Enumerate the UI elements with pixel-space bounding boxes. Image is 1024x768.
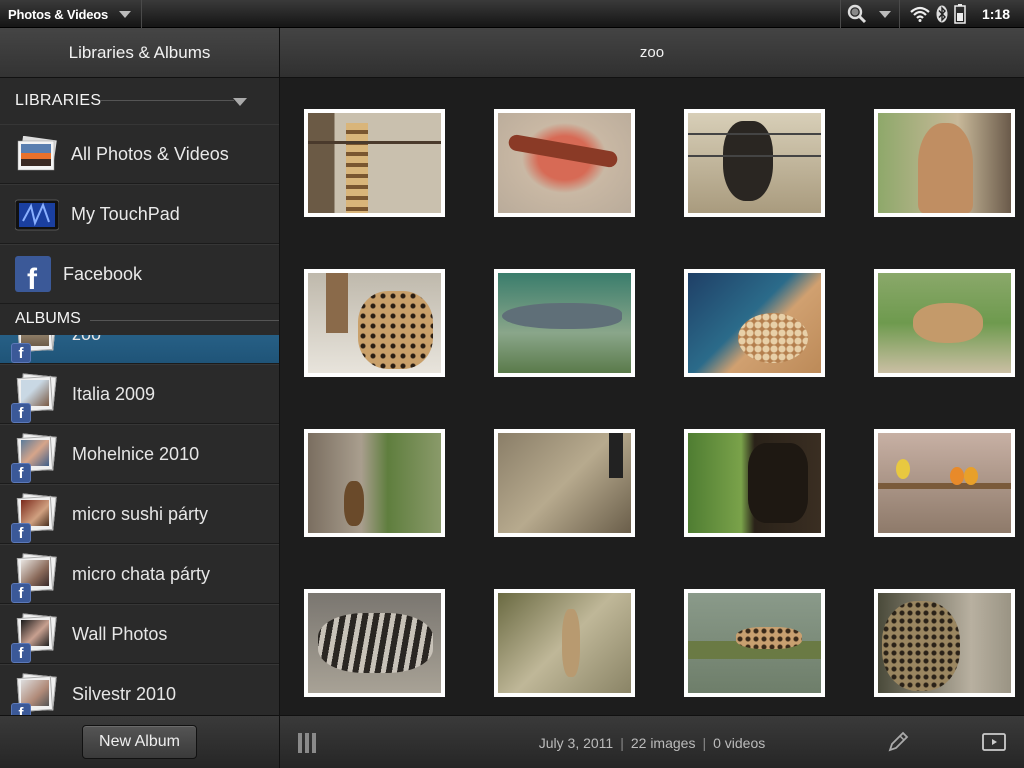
search-menu[interactable]: [839, 0, 900, 28]
separator: |: [702, 734, 707, 751]
album-label: micro sushi párty: [72, 503, 209, 524]
video-count: 0 videos: [713, 734, 766, 751]
album-thumbnail: f: [11, 673, 57, 715]
album-label: zoo: [72, 335, 101, 345]
album-label: Silvestr 2010: [72, 683, 177, 704]
photo-thumbnail[interactable]: [874, 589, 1015, 697]
album-thumbnail: f: [11, 493, 57, 543]
search-icon: [847, 4, 867, 24]
chevron-down-icon: [233, 98, 247, 106]
photo-thumbnail[interactable]: [494, 269, 635, 377]
chevron-down-icon: [878, 10, 891, 18]
album-thumbnail: f: [11, 613, 57, 663]
album-item-silvestr-2010[interactable]: f Silvestr 2010: [0, 664, 279, 715]
slideshow-icon[interactable]: [982, 732, 1006, 752]
album-item-zoo[interactable]: f zoo: [0, 335, 279, 364]
album-toolbar: July 3, 2011 | 22 images | 0 videos: [280, 715, 1024, 768]
album-label: Wall Photos: [72, 623, 168, 644]
album-thumbnail: f: [11, 335, 57, 363]
divider: [90, 320, 279, 321]
libraries-heading[interactable]: LIBRARIES: [0, 78, 279, 124]
facebook-badge-icon: f: [11, 703, 31, 715]
battery-icon: [954, 4, 966, 24]
facebook-badge-icon: f: [11, 343, 31, 363]
panel-title: Libraries & Albums: [0, 28, 279, 78]
library-item-label: Facebook: [63, 263, 143, 284]
album-thumbnail: f: [11, 373, 57, 423]
library-item-label: My TouchPad: [71, 203, 180, 224]
app-menu[interactable]: Photos & Videos: [0, 0, 142, 28]
facebook-badge-icon: f: [11, 403, 31, 423]
albums-list[interactable]: f zoo f Italia 2009 f Mohelnice 2010: [0, 335, 279, 715]
album-item-micro-sushi-party[interactable]: f micro sushi párty: [0, 484, 279, 544]
library-item-my-touchpad[interactable]: My TouchPad: [0, 184, 279, 244]
photo-thumbnail[interactable]: [684, 429, 825, 537]
albums-heading-label: ALBUMS: [15, 310, 81, 327]
photo-thumbnail[interactable]: [304, 429, 445, 537]
status-bar: Photos & Videos 1:18: [0, 0, 1024, 28]
album-thumbnail: f: [11, 433, 57, 483]
album-date: July 3, 2011: [538, 734, 614, 751]
facebook-badge-icon: f: [11, 583, 31, 603]
photo-thumbnail[interactable]: [304, 109, 445, 217]
bluetooth-icon: [936, 5, 948, 23]
photo-thumbnail[interactable]: [304, 269, 445, 377]
facebook-icon: f: [15, 256, 51, 296]
album-title: zoo: [280, 28, 1024, 78]
facebook-badge-icon: f: [11, 463, 31, 483]
photo-thumbnail[interactable]: [684, 269, 825, 377]
app-title: Photos & Videos: [8, 6, 109, 22]
album-label: Mohelnice 2010: [72, 443, 200, 464]
chevron-down-icon: [119, 11, 131, 18]
album-thumbnail: f: [11, 553, 57, 603]
image-count: 22 images: [630, 734, 696, 751]
photo-thumbnail[interactable]: [874, 429, 1015, 537]
divider: [100, 100, 234, 101]
photo-thumbnail[interactable]: [304, 589, 445, 697]
libraries-albums-panel: Libraries & Albums LIBRARIES All Photos …: [0, 28, 280, 768]
library-item-all-photos[interactable]: All Photos & Videos: [0, 124, 279, 184]
system-menu[interactable]: 1:18: [900, 4, 1024, 24]
left-toolbar: New Album: [0, 715, 279, 768]
album-view: zoo July 3, 2011 | 22 images | 0 videos: [280, 28, 1024, 768]
album-item-italia-2009[interactable]: f Italia 2009: [0, 364, 279, 424]
album-label: Italia 2009: [72, 383, 156, 404]
clock: 1:18: [981, 6, 1010, 22]
wifi-icon: [910, 6, 930, 22]
album-item-wall-photos[interactable]: f Wall Photos: [0, 604, 279, 664]
library-item-label: All Photos & Videos: [71, 143, 229, 164]
photo-stack-icon: [15, 135, 59, 172]
photo-thumbnail[interactable]: [494, 429, 635, 537]
library-item-facebook[interactable]: f Facebook: [0, 244, 279, 304]
libraries-heading-label: LIBRARIES: [15, 92, 102, 109]
photo-thumbnail[interactable]: [874, 269, 1015, 377]
touchpad-icon: [14, 196, 60, 232]
edit-pencil-icon[interactable]: [886, 730, 910, 754]
facebook-badge-icon: f: [11, 523, 31, 543]
photo-thumbnail[interactable]: [684, 589, 825, 697]
album-info: July 3, 2011 | 22 images | 0 videos: [280, 716, 1024, 768]
separator: |: [620, 734, 624, 751]
photo-thumbnail[interactable]: [874, 109, 1015, 217]
albums-heading: ALBUMS: [0, 304, 279, 334]
album-item-micro-chata-party[interactable]: f micro chata párty: [0, 544, 279, 604]
photo-thumbnail[interactable]: [494, 589, 635, 697]
album-item-mohelnice-2010[interactable]: f Mohelnice 2010: [0, 424, 279, 484]
photo-thumbnail[interactable]: [494, 109, 635, 217]
new-album-button[interactable]: New Album: [82, 725, 197, 759]
album-label: micro chata párty: [72, 563, 211, 584]
facebook-badge-icon: f: [11, 643, 31, 663]
svg-text:f: f: [27, 263, 38, 292]
photo-thumbnail[interactable]: [684, 109, 825, 217]
